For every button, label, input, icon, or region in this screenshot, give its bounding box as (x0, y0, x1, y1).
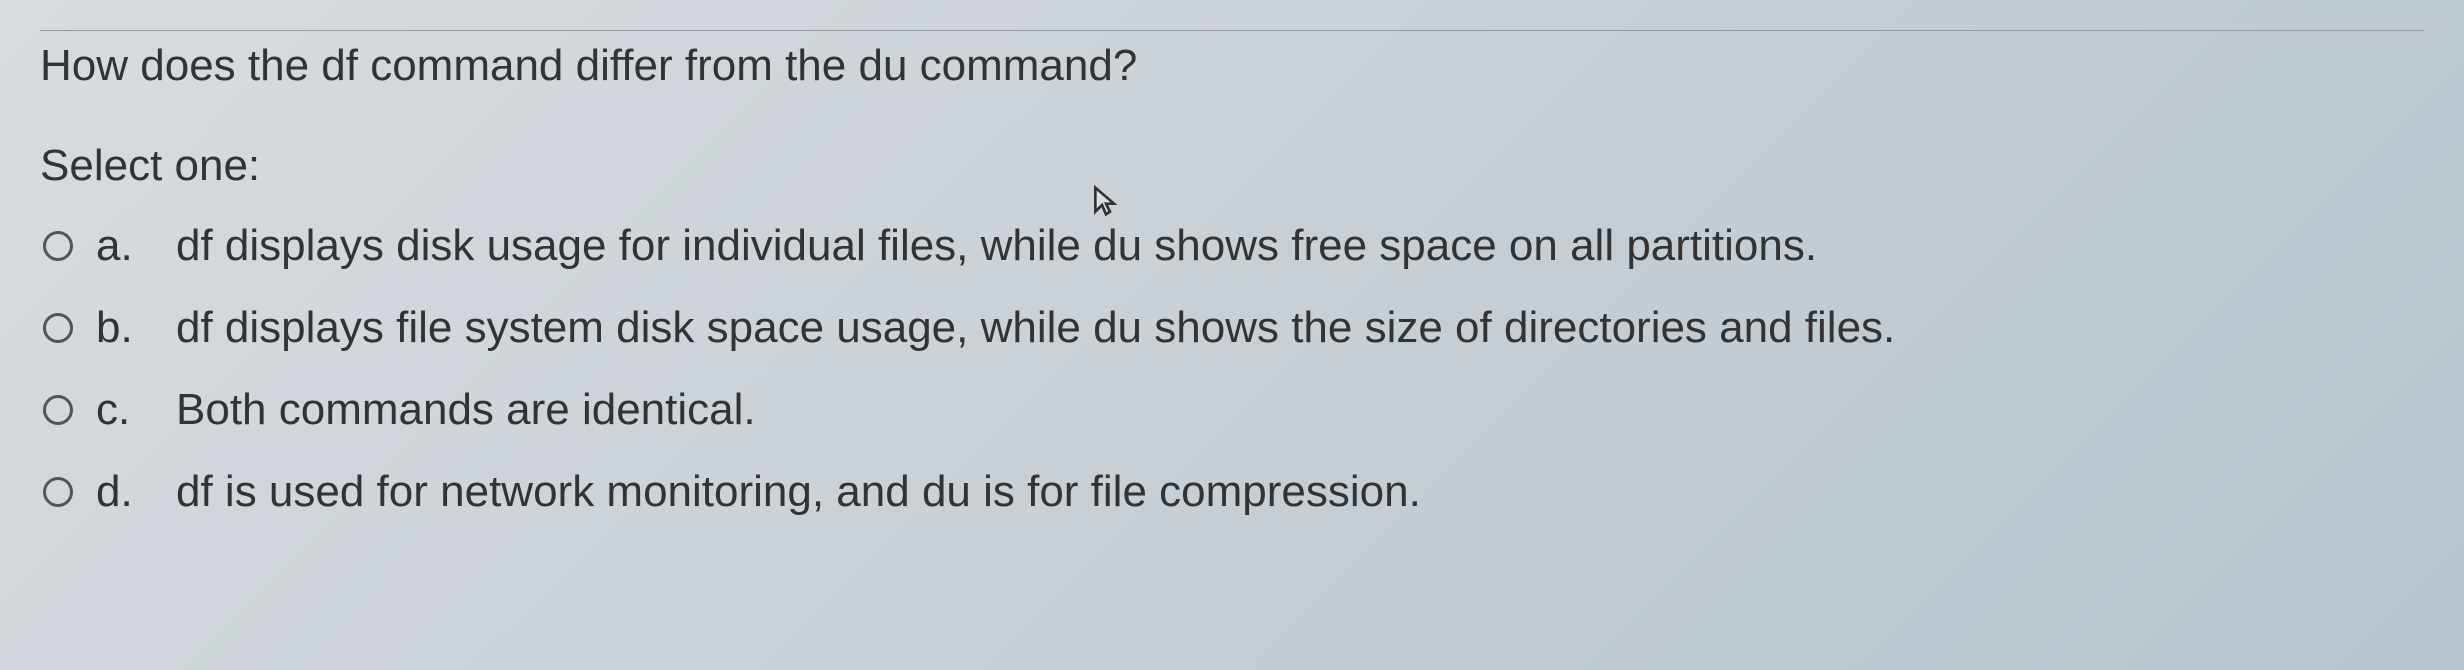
radio-option-b[interactable] (43, 313, 73, 343)
radio-option-a[interactable] (43, 231, 73, 261)
option-text-d: df is used for network monitoring, and d… (176, 467, 1421, 517)
radio-wrapper (40, 474, 76, 510)
option-letter-a: a. (96, 221, 156, 271)
option-text-b: df displays file system disk space usage… (176, 303, 1895, 353)
radio-wrapper (40, 228, 76, 264)
option-text-c: Both commands are identical. (176, 385, 756, 435)
option-a[interactable]: a. df displays disk usage for individual… (40, 221, 2424, 271)
option-b[interactable]: b. df displays file system disk space us… (40, 303, 2424, 353)
radio-wrapper (40, 310, 76, 346)
option-letter-c: c. (96, 385, 156, 435)
option-letter-d: d. (96, 467, 156, 517)
question-text: How does the df command differ from the … (40, 30, 2424, 91)
option-d[interactable]: d. df is used for network monitoring, an… (40, 467, 2424, 517)
option-text-a: df displays disk usage for individual fi… (176, 221, 1817, 271)
option-letter-b: b. (96, 303, 156, 353)
radio-wrapper (40, 392, 76, 428)
radio-option-c[interactable] (43, 395, 73, 425)
option-c[interactable]: c. Both commands are identical. (40, 385, 2424, 435)
options-group: a. df displays disk usage for individual… (40, 221, 2424, 517)
select-one-label: Select one: (40, 141, 2424, 191)
radio-option-d[interactable] (43, 477, 73, 507)
